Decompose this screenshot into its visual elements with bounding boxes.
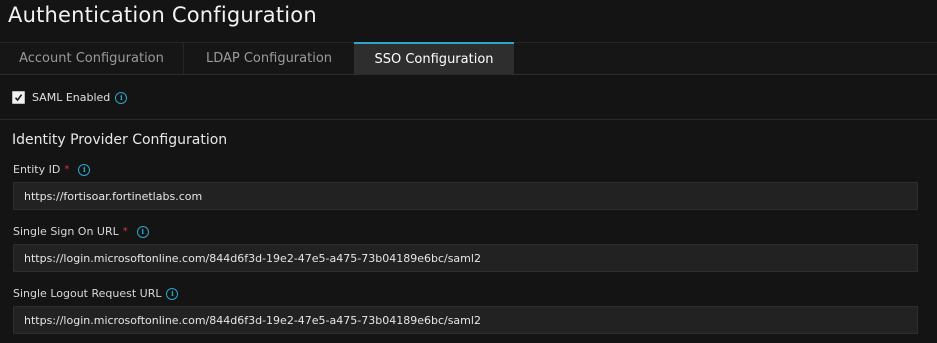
required-marker: * xyxy=(122,226,128,237)
logout-url-value: https://login.microsoftonline.com/844d6f… xyxy=(24,313,481,327)
checkmark-icon xyxy=(14,94,23,102)
saml-enabled-checkbox[interactable] xyxy=(12,91,25,104)
info-icon[interactable]: i xyxy=(115,91,128,104)
info-icon[interactable]: i xyxy=(78,163,91,176)
info-icon[interactable]: i xyxy=(136,225,149,238)
tab-label: LDAP Configuration xyxy=(205,51,333,66)
entity-id-field[interactable]: https://fortisoar.fortinetlabs.com xyxy=(13,182,918,210)
sso-url-label-row: Single Sign On URL * i xyxy=(13,225,149,238)
tab-label: Account Configuration xyxy=(19,51,164,66)
logout-url-label: Single Logout Request URL xyxy=(13,287,162,300)
tab-ldap-configuration[interactable]: LDAP Configuration xyxy=(184,43,354,74)
page-title: Authentication Configuration xyxy=(8,3,317,27)
logout-url-field[interactable]: https://login.microsoftonline.com/844d6f… xyxy=(13,306,918,334)
info-icon[interactable]: i xyxy=(166,287,179,300)
sso-url-value: https://login.microsoftonline.com/844d6f… xyxy=(24,251,481,265)
sso-url-label: Single Sign On URL xyxy=(13,225,119,238)
logout-url-label-row: Single Logout Request URL i xyxy=(13,287,179,300)
tab-label: SSO Configuration xyxy=(374,51,494,67)
required-marker: * xyxy=(64,164,70,175)
tab-bar: Account Configuration LDAP Configuration… xyxy=(0,42,937,75)
sso-url-field[interactable]: https://login.microsoftonline.com/844d6f… xyxy=(13,244,918,272)
entity-id-label-row: Entity ID * i xyxy=(13,163,91,176)
tab-account-configuration[interactable]: Account Configuration xyxy=(0,43,184,74)
entity-id-label: Entity ID xyxy=(13,163,61,176)
section-title: Identity Provider Configuration xyxy=(12,132,228,148)
saml-enabled-label: SAML Enabled xyxy=(32,91,111,104)
section-divider xyxy=(0,119,937,120)
entity-id-value: https://fortisoar.fortinetlabs.com xyxy=(24,189,203,203)
auth-config-page: Authentication Configuration Account Con… xyxy=(0,0,937,343)
tab-sso-configuration[interactable]: SSO Configuration xyxy=(354,42,514,74)
saml-enabled-row: SAML Enabled i xyxy=(12,91,128,104)
